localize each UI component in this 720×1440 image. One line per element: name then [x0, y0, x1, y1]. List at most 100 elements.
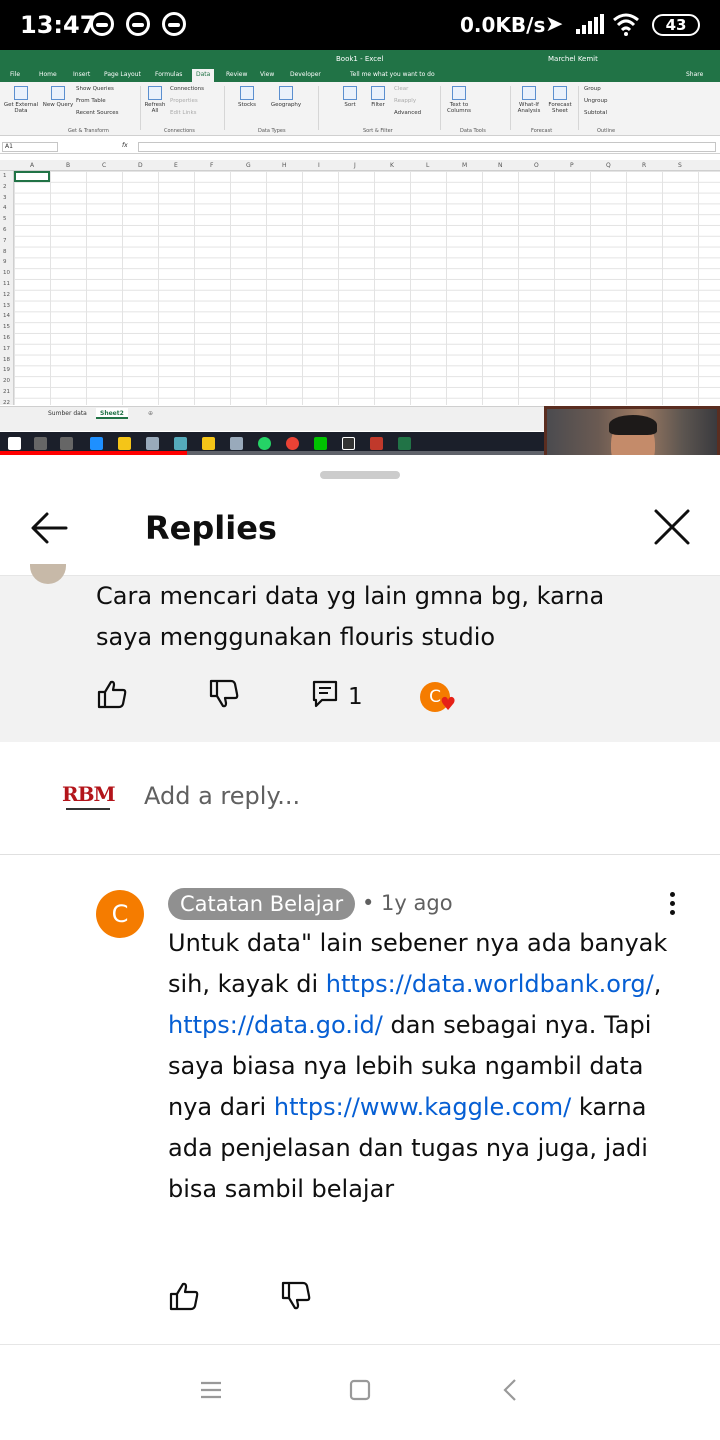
- excel-row-header: 17: [3, 345, 10, 352]
- replies-sheet: Replies Cara mencari data yg lain gmna b…: [0, 455, 720, 1440]
- system-nav-bar: [0, 1345, 720, 1440]
- excel-connections: Connections: [170, 86, 204, 92]
- excel-group-label: Forecast: [531, 128, 553, 134]
- excel-name-box: A1: [2, 142, 58, 152]
- excel-formula-bar: A1 fx: [0, 140, 720, 154]
- excel-new-query: New Query: [42, 86, 74, 108]
- excel-column-header: M: [462, 162, 468, 169]
- excel-tab: File: [10, 71, 21, 78]
- avatar: [30, 564, 66, 584]
- dislike-icon[interactable]: [280, 1280, 312, 1312]
- excel-advanced: Advanced: [394, 110, 422, 116]
- excel-group-label: Data Tools: [460, 128, 486, 134]
- reply-text: Untuk data" lain sebener nya ada banyak …: [168, 923, 688, 1210]
- network-speed: 0.0KB/s: [460, 13, 546, 37]
- excel-row-header: 1: [3, 173, 7, 179]
- rbm-logo: RBM: [62, 782, 116, 806]
- excel-fx-label: fx: [122, 142, 128, 149]
- chrome-icon: [286, 437, 299, 450]
- excel-row-header: 13: [3, 302, 10, 309]
- excel-row-header: 11: [3, 280, 10, 287]
- battery-indicator: 43: [652, 14, 700, 36]
- excel-ribbon: Get External Data New Query Show Queries…: [0, 82, 720, 136]
- excel-sheet-tab: Sumber data: [48, 410, 87, 417]
- app-icon: [370, 437, 383, 450]
- whatsapp-icon: [258, 437, 271, 450]
- excel-get-external-data: Get External Data: [2, 86, 40, 114]
- back-icon[interactable]: [496, 1375, 526, 1405]
- excel-row-header: 8: [3, 248, 7, 255]
- excel-row-header: 16: [3, 334, 10, 341]
- edge-icon: [90, 437, 103, 450]
- reply-link[interactable]: https://data.worldbank.org/: [326, 970, 654, 998]
- parent-comment-text: Cara mencari data yg lain gmna bg, karna…: [96, 582, 605, 651]
- excel-row-header: 7: [3, 237, 7, 244]
- excel-column-header: J: [354, 162, 356, 169]
- excel-column-header: D: [138, 162, 143, 169]
- drag-handle[interactable]: [320, 471, 400, 479]
- excel-group-label: Get & Transform: [68, 128, 109, 134]
- video-player[interactable]: Book1 - Excel Marchel Kemit File Home In…: [0, 50, 720, 455]
- task-view-icon: [60, 437, 73, 450]
- excel-ribbon-tabs: File Home Insert Page Layout Formulas Da…: [0, 68, 720, 82]
- excel-column-header: O: [534, 162, 539, 169]
- excel-geography: Geography: [268, 86, 304, 108]
- excel-row-header: 21: [3, 388, 10, 395]
- avatar[interactable]: C: [96, 890, 144, 938]
- excel-share: Share: [686, 71, 704, 78]
- back-arrow-icon[interactable]: [28, 507, 70, 549]
- app-icon: [230, 437, 243, 450]
- excel-row-header: 5: [3, 216, 7, 223]
- excel-row-header: 14: [3, 313, 10, 320]
- notification-icon: [126, 12, 150, 36]
- excel-column-header: Q: [606, 162, 611, 169]
- excel-column-header: K: [390, 162, 394, 169]
- excel-column-headers: A B C D E F G H I J K L M N O P Q R S: [0, 160, 720, 171]
- status-bar: 13:47 0.0KB/s ➤ 43: [0, 0, 720, 50]
- excel-subtotal: Subtotal: [584, 110, 608, 116]
- windows-start-icon: [8, 437, 21, 450]
- excel-icon: [398, 437, 411, 450]
- app-icon: [146, 437, 159, 450]
- author-name[interactable]: Catatan Belajar: [168, 888, 356, 920]
- excel-from-table: From Table: [76, 98, 106, 104]
- dislike-icon[interactable]: [208, 678, 240, 710]
- close-icon[interactable]: [650, 505, 694, 549]
- parent-comment: Cara mencari data yg lain gmna bg, karna…: [0, 564, 720, 742]
- excel-row-header: 19: [3, 367, 10, 374]
- line-icon: [314, 437, 327, 450]
- search-icon: [34, 437, 47, 450]
- excel-row-header: 2: [3, 183, 7, 190]
- excel-column-header: A: [30, 162, 35, 169]
- reply-link[interactable]: https://data.go.id/: [168, 1011, 383, 1039]
- excel-tab: Home: [39, 71, 57, 78]
- excel-group-label: Outline: [597, 128, 616, 134]
- reply-icon[interactable]: [312, 680, 338, 708]
- excel-column-header: G: [246, 162, 251, 169]
- excel-what-if: What-If Analysis: [514, 86, 544, 114]
- like-icon[interactable]: [168, 1280, 200, 1312]
- excel-add-sheet-icon: ⊕: [148, 410, 154, 417]
- excel-row-header: 15: [3, 324, 10, 331]
- reply-link[interactable]: https://www.kaggle.com/: [274, 1093, 571, 1121]
- excel-tab: Formulas: [155, 71, 183, 78]
- excel-group-label: Data Types: [258, 128, 286, 134]
- excel-column-header: E: [174, 162, 178, 169]
- app-icon: [174, 437, 187, 450]
- menu-icon[interactable]: [196, 1375, 226, 1405]
- obs-icon: [342, 437, 355, 450]
- more-options-icon[interactable]: [660, 889, 684, 919]
- like-icon[interactable]: [96, 678, 128, 710]
- excel-doc-title: Book1 - Excel: [336, 55, 384, 63]
- excel-row-header: 20: [3, 378, 10, 385]
- excel-refresh-all: Refresh All: [142, 86, 168, 114]
- excel-column-header: C: [102, 162, 107, 169]
- excel-sheet-tab-active: Sheet2: [96, 408, 128, 419]
- home-icon[interactable]: [345, 1375, 375, 1405]
- excel-row-header: 18: [3, 356, 10, 363]
- excel-group: Group: [584, 86, 601, 92]
- excel-sort: Sort: [338, 86, 362, 108]
- excel-forecast-sheet: Forecast Sheet: [546, 86, 574, 114]
- wifi-icon: [613, 13, 639, 36]
- add-reply-input[interactable]: Add a reply...: [144, 782, 300, 810]
